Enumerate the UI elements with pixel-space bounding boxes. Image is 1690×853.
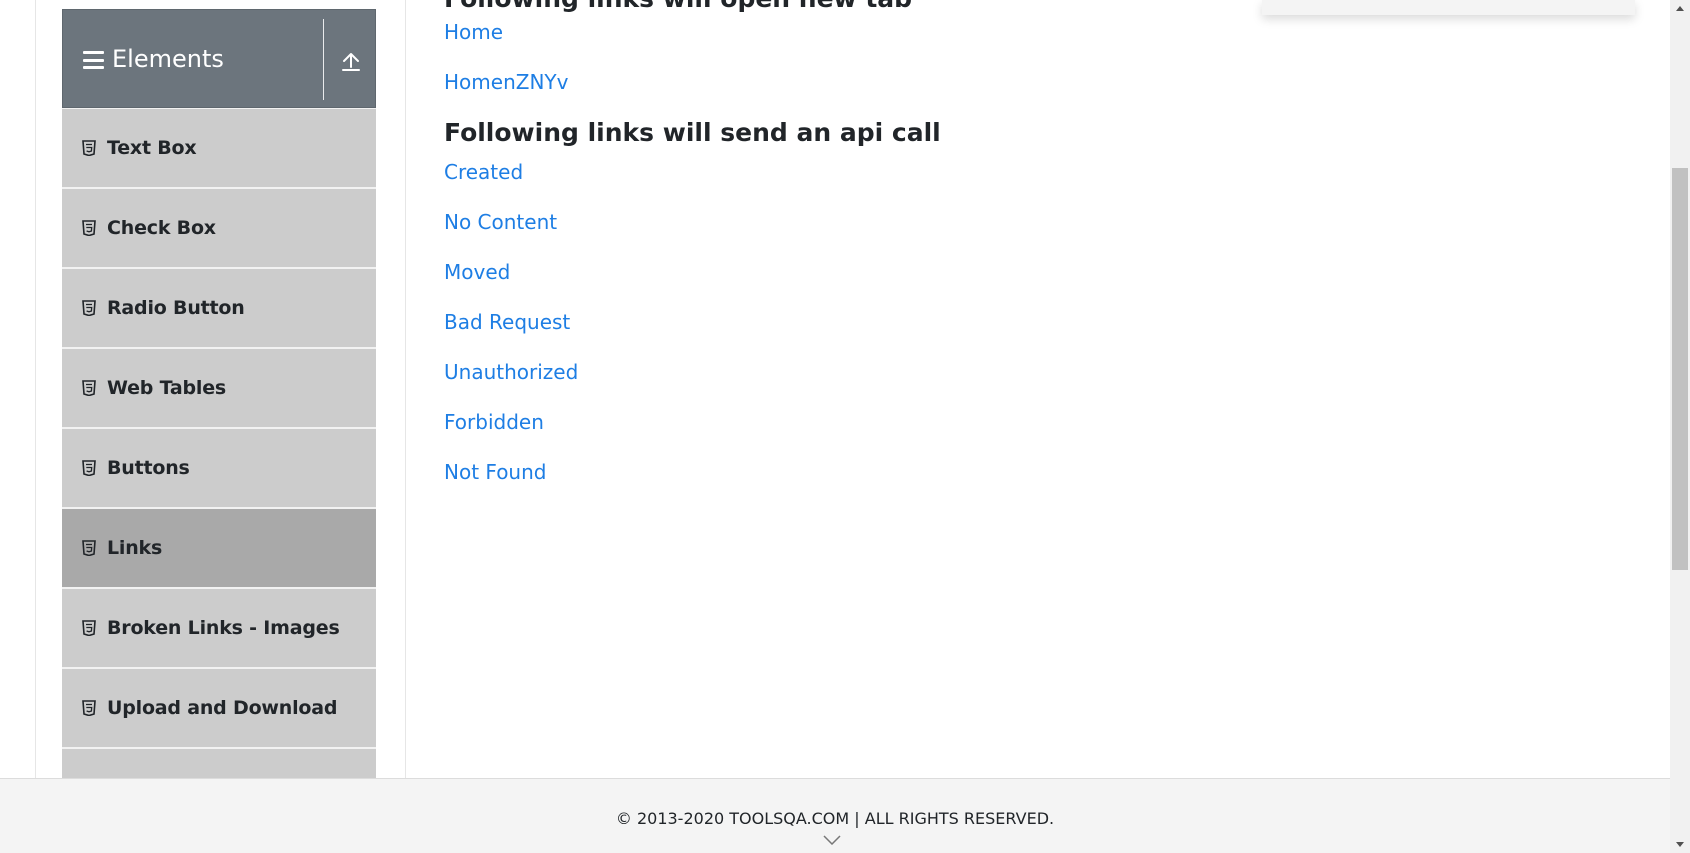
sidebar-item-label: Broken Links - Images bbox=[107, 617, 340, 639]
sidebar-item-buttons[interactable]: Buttons bbox=[62, 428, 376, 508]
link-home[interactable]: Home bbox=[444, 20, 503, 44]
html5-icon bbox=[82, 700, 96, 716]
heading-api-call: Following links will send an api call bbox=[444, 118, 941, 147]
link-moved[interactable]: Moved bbox=[444, 260, 510, 284]
page-frame-left bbox=[35, 0, 36, 778]
sidebar-item-upload-and-download[interactable]: Upload and Download bbox=[62, 668, 376, 748]
ad-panel bbox=[1262, 0, 1635, 15]
sidebar-item-broken-links-images[interactable]: Broken Links - Images bbox=[62, 588, 376, 668]
group-title: Elements bbox=[112, 45, 224, 73]
chevron-down-icon[interactable] bbox=[823, 835, 841, 845]
elements-group-header[interactable]: Elements bbox=[62, 9, 376, 108]
link-forbidden[interactable]: Forbidden bbox=[444, 410, 544, 434]
sidebar: Elements Text Box Check Box Radio Button… bbox=[62, 9, 376, 778]
html5-icon bbox=[82, 300, 96, 316]
link-not-found[interactable]: Not Found bbox=[444, 460, 546, 484]
sidebar-item-label: Radio Button bbox=[107, 297, 245, 319]
footer: © 2013-2020 TOOLSQA.COM | ALL RIGHTS RES… bbox=[0, 778, 1670, 853]
sidebar-item-label: Buttons bbox=[107, 457, 190, 479]
sidebar-item-partial[interactable] bbox=[62, 748, 376, 778]
sidebar-item-links[interactable]: Links bbox=[62, 508, 376, 588]
scrollbar-thumb[interactable] bbox=[1672, 168, 1688, 570]
sidebar-item-label: Check Box bbox=[107, 217, 216, 239]
link-unauthorized[interactable]: Unauthorized bbox=[444, 360, 578, 384]
vertical-scrollbar[interactable] bbox=[1670, 0, 1690, 853]
sidebar-item-label: Links bbox=[107, 537, 163, 559]
content-divider bbox=[405, 0, 406, 778]
html5-icon bbox=[82, 540, 96, 556]
link-created[interactable]: Created bbox=[444, 160, 523, 184]
html5-icon bbox=[82, 220, 96, 236]
link-home-dynamic[interactable]: HomenZNYv bbox=[444, 70, 568, 94]
scroll-down-arrow-icon[interactable] bbox=[1670, 836, 1690, 853]
hamburger-icon bbox=[83, 51, 104, 69]
arrow-up-icon[interactable] bbox=[339, 50, 363, 74]
sidebar-item-radio-button[interactable]: Radio Button bbox=[62, 268, 376, 348]
link-no-content[interactable]: No Content bbox=[444, 210, 557, 234]
sidebar-item-text-box[interactable]: Text Box bbox=[62, 108, 376, 188]
sidebar-item-label: Text Box bbox=[107, 137, 197, 159]
link-bad-request[interactable]: Bad Request bbox=[444, 310, 570, 334]
sidebar-item-check-box[interactable]: Check Box bbox=[62, 188, 376, 268]
sidebar-item-label: Web Tables bbox=[107, 377, 227, 399]
footer-copyright: © 2013-2020 TOOLSQA.COM | ALL RIGHTS RES… bbox=[615, 809, 1055, 828]
html5-icon bbox=[82, 380, 96, 396]
heading-new-tab: Following links will open new tab bbox=[444, 0, 912, 13]
html5-icon bbox=[82, 620, 96, 636]
sidebar-item-label: Upload and Download bbox=[107, 697, 338, 719]
sidebar-item-web-tables[interactable]: Web Tables bbox=[62, 348, 376, 428]
scroll-up-arrow-icon[interactable] bbox=[1670, 0, 1690, 17]
html5-icon bbox=[82, 140, 96, 156]
html5-icon bbox=[82, 460, 96, 476]
header-separator bbox=[323, 19, 324, 100]
